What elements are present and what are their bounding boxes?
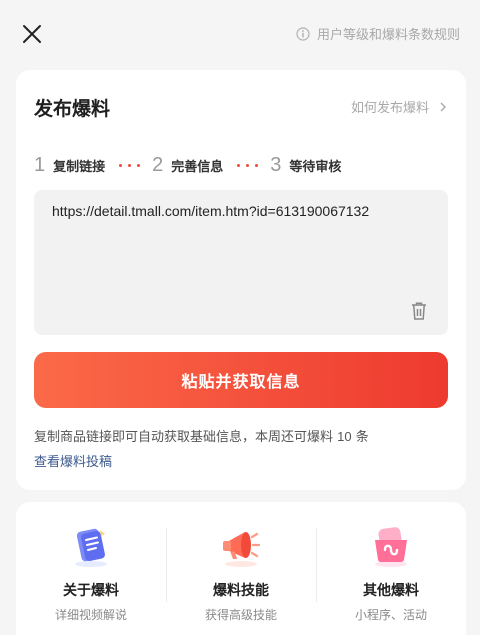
feature-subtitle: 详细视频解说 [54,608,127,622]
chevron-right-icon [440,102,446,111]
close-icon[interactable] [18,20,46,48]
step-label: 等待审核 [289,159,342,175]
step-label: 复制链接 [53,159,106,175]
hint-prefix: 复制商品链接即可自动获取基础信息，本周还可爆料 [34,430,334,445]
step-3: 3 等待审核 [270,154,341,177]
how-to-publish-link[interactable]: 如何发布爆料 [351,97,448,116]
feature-about[interactable]: 关于爆料 详细视频解说 [16,502,166,635]
link-input-value[interactable]: https://detail.tmall.com/item.htm?id=613… [52,202,412,221]
step-number: 2 [152,153,164,176]
rules-label: 用户等级和爆料条数规则 [316,28,460,43]
feature-title: 关于爆料 [63,583,119,599]
features-card: 关于爆料 详细视频解说 爆料技能 获得高级技能 其他爆料 小程序、活动 [16,502,466,635]
rules-link[interactable]: 用户等级和爆料条数规则 [296,24,460,43]
paste-and-fetch-button[interactable]: 粘贴并获取信息 [34,352,448,408]
steps-indicator: 1 复制链接 2 完善信息 3 等待审核 [34,152,341,178]
feature-other[interactable]: 其他爆料 小程序、活动 [316,502,466,635]
hint-text: 复制商品链接即可自动获取基础信息，本周还可爆料 10 条 [34,426,369,445]
hint-suffix: 条 [355,430,369,445]
remaining-count: 10 [337,429,352,444]
trash-icon[interactable] [410,301,428,321]
feature-subtitle: 获得高级技能 [204,608,277,622]
view-submissions-link[interactable]: 查看爆料投稿 [34,451,112,470]
step-1: 1 复制链接 [34,154,105,177]
step-number: 1 [34,153,46,176]
feature-subtitle: 小程序、活动 [354,608,427,622]
info-icon [296,26,310,41]
feature-skills[interactable]: 爆料技能 获得高级技能 [166,502,316,635]
step-2: 2 完善信息 [152,154,223,177]
notebook-icon [75,528,107,567]
top-bar: 用户等级和爆料条数规则 [0,0,480,66]
step-number: 3 [270,153,282,176]
how-to-publish-label: 如何发布爆料 [350,101,429,116]
feature-title: 爆料技能 [213,583,269,599]
page-title: 发布爆料 [34,98,111,120]
step-dots-separator [119,163,141,167]
feature-title: 其他爆料 [363,583,419,599]
mini-program-icon [375,527,407,567]
step-label: 完善信息 [171,159,224,175]
step-dots-separator [237,163,259,167]
publish-card: 发布爆料 如何发布爆料 1 复制链接 2 完善信息 3 等待审核 https:/… [16,70,466,490]
megaphone-icon [223,532,261,567]
link-input-area[interactable]: https://detail.tmall.com/item.htm?id=613… [34,190,448,335]
